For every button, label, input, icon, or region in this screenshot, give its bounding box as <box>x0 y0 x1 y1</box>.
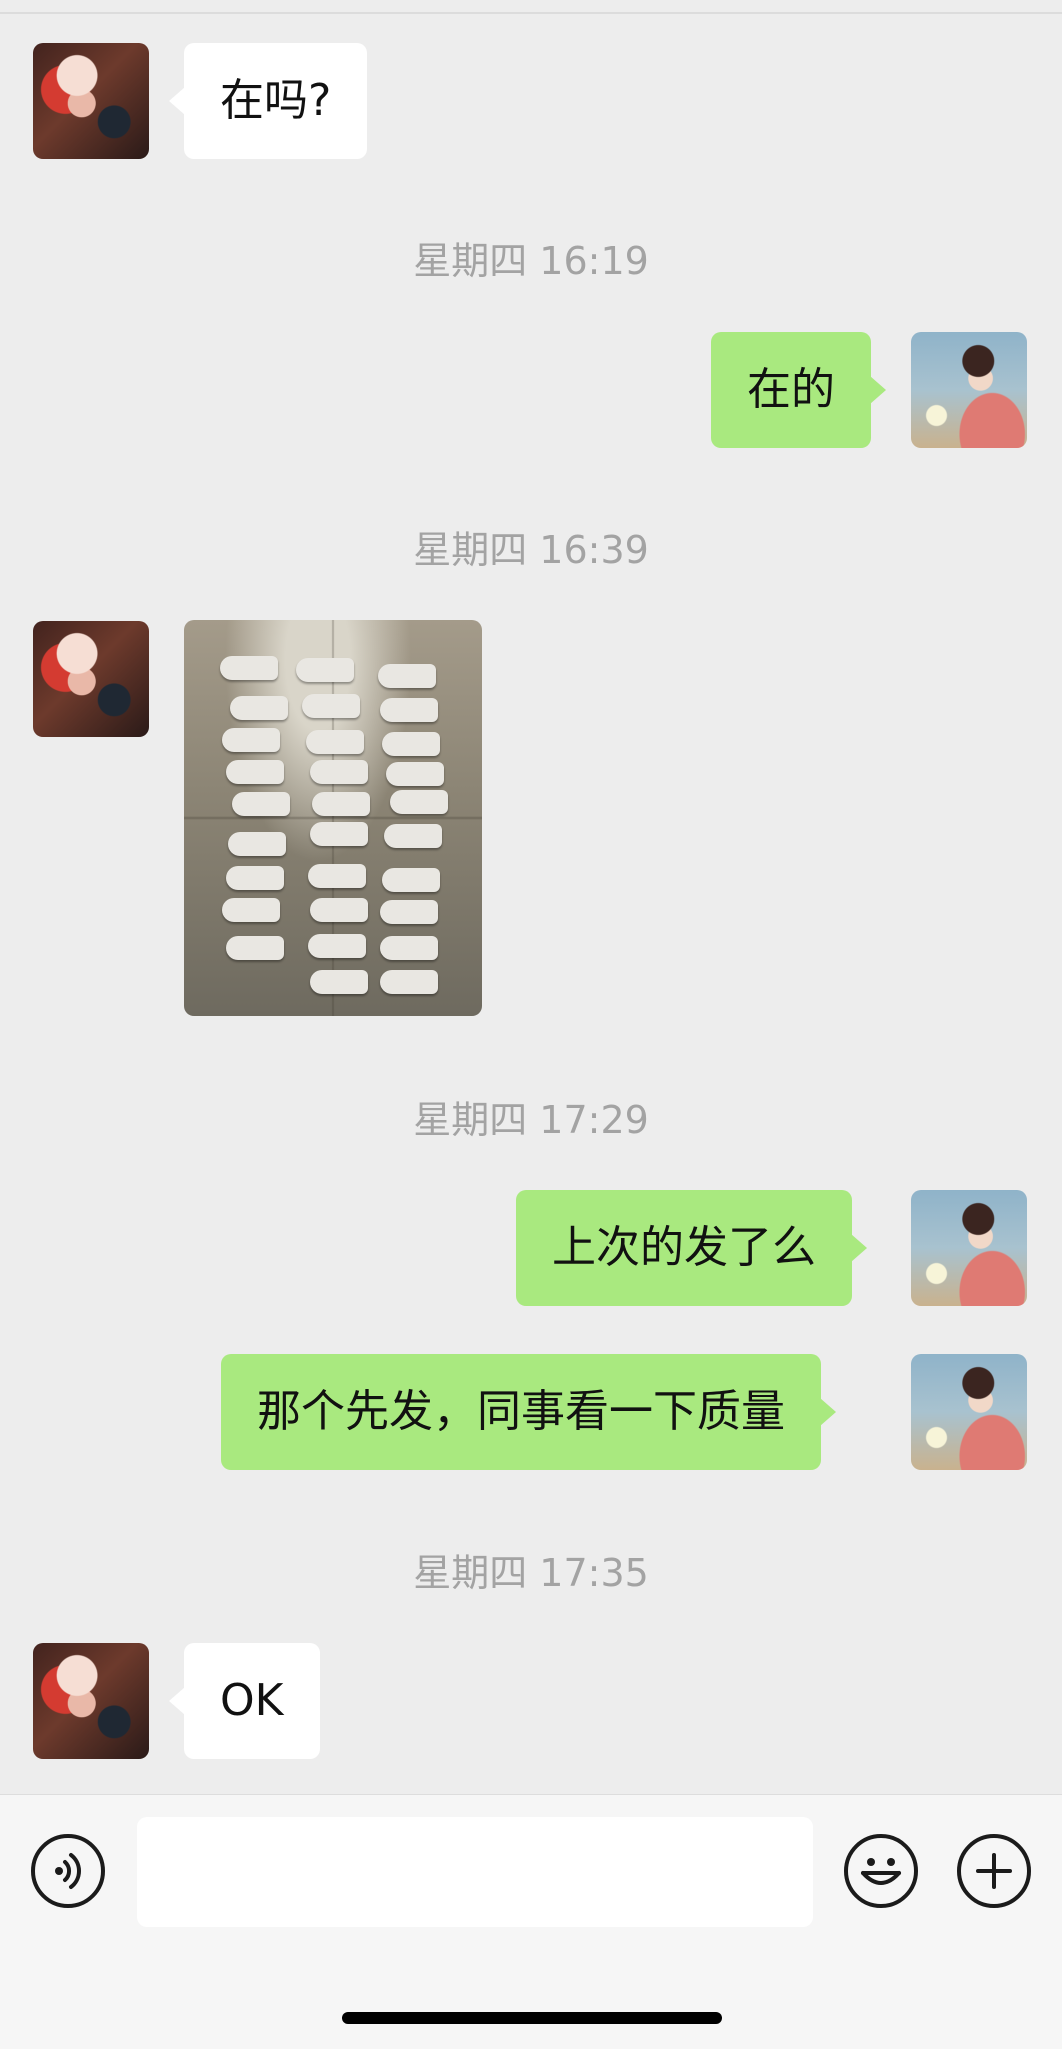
voice-icon[interactable] <box>31 1834 105 1908</box>
photo-detail <box>380 936 438 960</box>
photo-detail <box>378 664 436 688</box>
top-divider <box>0 12 1062 14</box>
photo-detail <box>310 970 368 994</box>
plus-icon[interactable] <box>957 1834 1031 1908</box>
photo-detail <box>380 698 438 722</box>
photo-detail <box>310 760 368 784</box>
photo-detail <box>308 934 366 958</box>
timestamp: 星期四 17:29 <box>413 1098 649 1142</box>
self-avatar[interactable] <box>911 1190 1027 1306</box>
message-bubble-incoming[interactable]: OK <box>169 1643 320 1759</box>
photo-detail <box>380 900 438 924</box>
photo-detail <box>308 864 366 888</box>
photo-detail <box>302 694 360 718</box>
timestamp: 星期四 16:39 <box>413 528 649 572</box>
timestamp: 星期四 16:19 <box>413 239 649 283</box>
message-bubble-outgoing[interactable]: 那个先发，同事看一下质量 <box>221 1354 836 1470</box>
timestamp: 星期四 17:35 <box>413 1551 649 1595</box>
photo-detail <box>384 824 442 848</box>
message-bubble-outgoing[interactable]: 在的 <box>711 332 886 448</box>
photo-detail <box>222 728 280 752</box>
photo-detail <box>310 898 368 922</box>
photo-detail <box>222 898 280 922</box>
message-input[interactable] <box>137 1817 813 1927</box>
home-indicator[interactable] <box>342 2012 722 2024</box>
photo-detail <box>382 868 440 892</box>
photo-detail <box>380 970 438 994</box>
emoji-icon[interactable] <box>844 1834 918 1908</box>
photo-detail <box>306 730 364 754</box>
photo-detail <box>226 936 284 960</box>
peer-avatar[interactable] <box>33 1643 149 1759</box>
image-message-socks-photo[interactable] <box>184 620 482 1016</box>
message-bubble-incoming[interactable]: 在吗? <box>168 43 368 159</box>
self-avatar[interactable] <box>911 332 1027 448</box>
self-avatar[interactable] <box>911 1354 1027 1470</box>
photo-detail <box>226 760 284 784</box>
photo-detail <box>228 832 286 856</box>
peer-avatar[interactable] <box>33 43 149 159</box>
photo-detail <box>226 866 284 890</box>
photo-detail <box>390 790 448 814</box>
photo-detail <box>312 792 370 816</box>
message-bubble-outgoing[interactable]: 上次的发了么 <box>516 1190 867 1306</box>
photo-detail <box>230 696 288 720</box>
photo-detail <box>382 732 440 756</box>
photo-detail <box>232 792 290 816</box>
photo-detail <box>220 656 278 680</box>
photo-detail <box>296 658 354 682</box>
photo-detail <box>386 762 444 786</box>
photo-detail <box>310 822 368 846</box>
peer-avatar[interactable] <box>33 621 149 737</box>
